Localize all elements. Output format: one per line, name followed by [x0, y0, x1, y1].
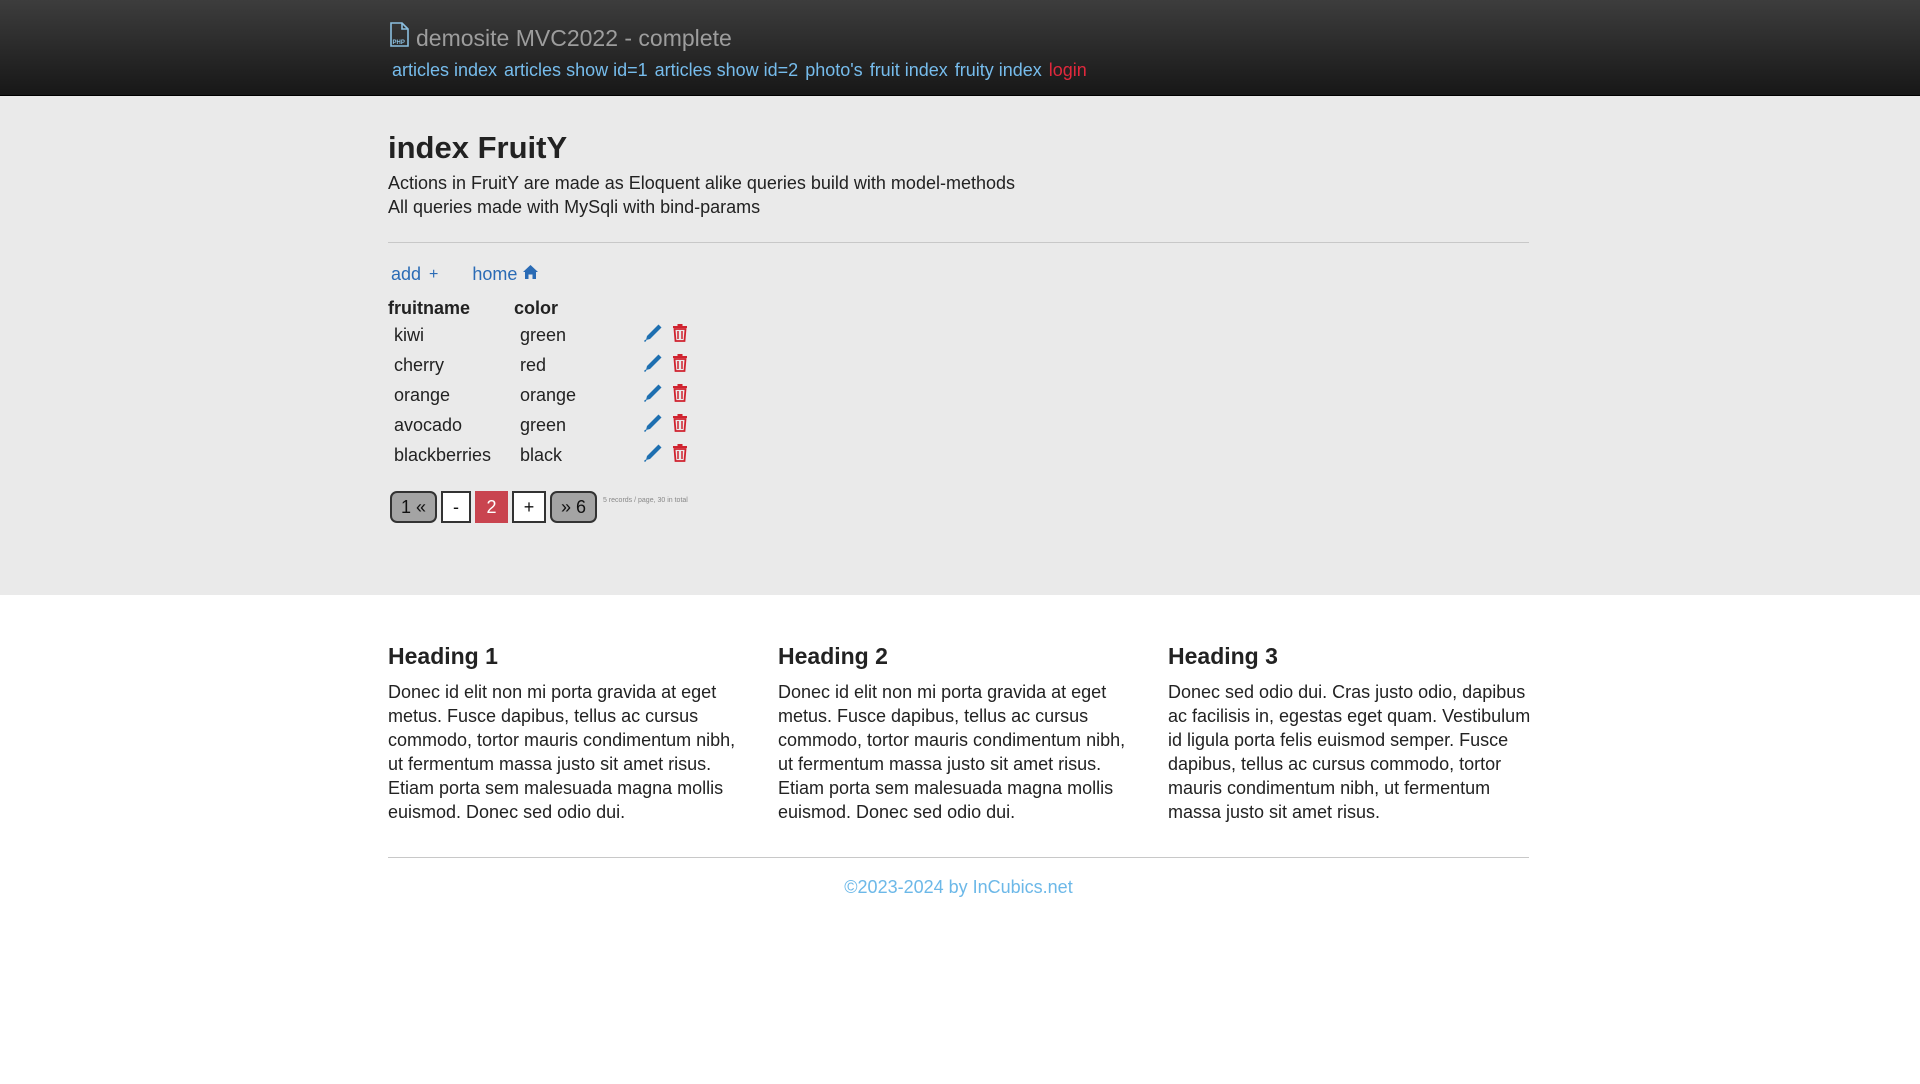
trash-icon[interactable]	[672, 443, 688, 467]
color-cell: red	[520, 354, 547, 375]
fruitname-cell: avocado	[394, 414, 463, 435]
svg-text:PHP: PHP	[393, 40, 405, 46]
jumbotron	[0, 96, 1920, 595]
column-header-color: color	[514, 297, 559, 318]
column-header-fruitname: fruitname	[388, 297, 471, 318]
page-prev-button[interactable]: -	[441, 491, 471, 523]
row-actions	[643, 320, 688, 350]
home-icon	[517, 264, 539, 285]
pencil-icon[interactable]	[643, 323, 663, 348]
page-first-button[interactable]: 1 «	[390, 491, 437, 523]
pencil-icon[interactable]	[643, 413, 663, 438]
nav-link-fruity-index[interactable]: fruity index	[955, 60, 1042, 81]
divider	[388, 242, 1529, 243]
color-cell: green	[520, 414, 567, 435]
row-actions	[643, 410, 688, 440]
nav-link-articles-show-2[interactable]: articles show id=2	[655, 60, 799, 81]
color-cell: orange	[520, 384, 577, 405]
fruit-table: fruitname color kiwi green cherry red orange…	[388, 296, 688, 470]
fruitname-cell: kiwi	[394, 324, 424, 345]
brand-title: demosite MVC2022 - complete	[416, 24, 732, 51]
column-text: Donec id elit non mi porta gravida at eg…	[778, 682, 1126, 822]
table-row: cherry red	[388, 350, 688, 380]
nav-link-login[interactable]: login	[1049, 60, 1087, 81]
nav-link-photos[interactable]: photo's	[805, 60, 862, 81]
row-actions	[643, 350, 688, 380]
column-heading: Heading 2	[778, 643, 888, 669]
table-header-row: fruitname color	[388, 296, 688, 320]
color-cell: black	[520, 444, 563, 465]
plus-icon: +	[429, 265, 439, 283]
add-button[interactable]: add +	[391, 264, 438, 285]
page-title: index FruitY	[388, 130, 568, 165]
nav-links: articles index articles show id=1 articl…	[392, 60, 1094, 81]
home-button[interactable]: home	[472, 264, 539, 285]
brand-link[interactable]: PHP demosite MVC2022 - complete	[388, 22, 732, 54]
pagination-note: 5 records / page, 30 in total	[603, 496, 688, 504]
fruitname-cell: blackberries	[394, 444, 492, 465]
table-row: kiwi green	[388, 320, 688, 350]
php-file-icon: PHP	[388, 22, 416, 54]
column-text: Donec id elit non mi porta gravida at eg…	[388, 682, 736, 822]
column-heading: Heading 3	[1168, 643, 1278, 669]
page-current-button[interactable]: 2	[475, 491, 508, 523]
nav-link-articles-show-1[interactable]: articles show id=1	[504, 60, 648, 81]
intro-line-2: All queries made with MySqli with bind-p…	[388, 197, 761, 217]
fruitname-cell: cherry	[394, 354, 445, 375]
table-row: orange orange	[388, 380, 688, 410]
table-row: blackberries black	[388, 440, 688, 470]
trash-icon[interactable]	[672, 353, 688, 377]
content-column-2: Heading 2 Donec id elit non mi porta gra…	[778, 643, 1143, 824]
pencil-icon[interactable]	[643, 443, 663, 468]
row-actions	[643, 380, 688, 410]
column-text: Donec sed odio dui. Cras justo odio, dap…	[1168, 682, 1531, 822]
table-row: avocado green	[388, 410, 688, 440]
pencil-icon[interactable]	[643, 383, 663, 408]
trash-icon[interactable]	[672, 383, 688, 407]
nav-link-fruit-index[interactable]: fruit index	[870, 60, 948, 81]
pagination: 1 « - 2 + » 6 5 records / page, 30 in to…	[390, 491, 688, 523]
nav-link-articles-index[interactable]: articles index	[392, 60, 497, 81]
content-column-3: Heading 3 Donec sed odio dui. Cras justo…	[1168, 643, 1533, 824]
content-column-1: Heading 1 Donec id elit non mi porta gra…	[388, 643, 753, 824]
footer-credit: ©2023-2024 by InCubics.net	[844, 877, 1073, 897]
footer-divider	[388, 857, 1529, 858]
page-last-button[interactable]: » 6	[550, 491, 597, 523]
trash-icon[interactable]	[672, 323, 688, 347]
fruitname-cell: orange	[394, 384, 451, 405]
top-navbar: PHP demosite MVC2022 - complete articles…	[0, 0, 1920, 96]
action-bar: add + home	[391, 264, 539, 285]
column-heading: Heading 1	[388, 643, 498, 669]
page-next-button[interactable]: +	[512, 491, 546, 523]
column-header-actions	[643, 296, 688, 320]
trash-icon[interactable]	[672, 413, 688, 437]
color-cell: green	[520, 324, 567, 345]
add-label: add	[391, 264, 422, 284]
row-actions	[643, 440, 688, 470]
pencil-icon[interactable]	[643, 353, 663, 378]
home-label: home	[472, 264, 518, 284]
intro-line-1: Actions in FruitY are made as Eloquent a…	[388, 173, 1015, 193]
